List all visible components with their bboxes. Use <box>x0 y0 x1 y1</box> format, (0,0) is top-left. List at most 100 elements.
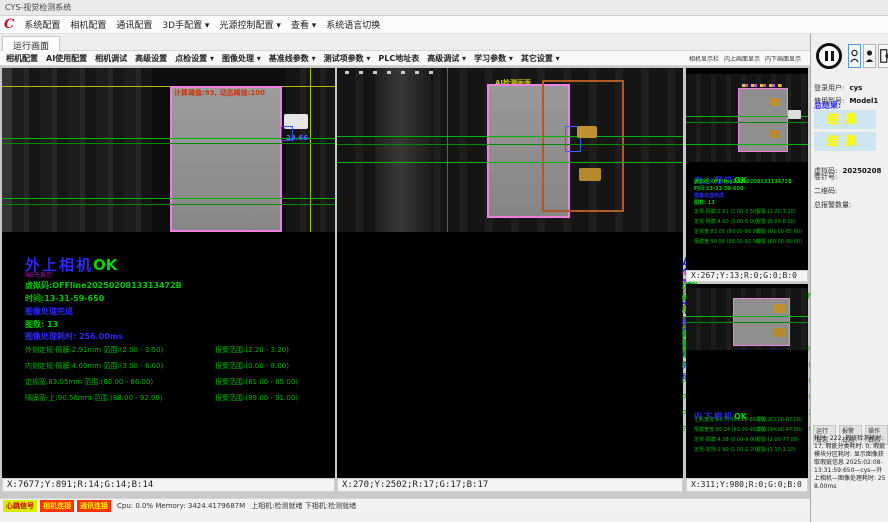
window-title: CYS-视觉检测系统 <box>5 3 71 12</box>
measurement-list: 外侧定规-隔膜:2.91mm 范围:(2.00 - 3.50)报警范围:(2.2… <box>25 345 325 409</box>
toolbar: 相机配置 AI使用配置相机调试高级设置点检设置 ▾ 图像处理 ▾ 基准线参数 ▾ 测试项… <box>0 51 686 66</box>
toolbar-item[interactable]: 其它设置 ▾ <box>521 53 560 64</box>
tab-highlight-gold <box>774 304 786 313</box>
time-text: 时间:13-31-59-650 <box>694 185 744 192</box>
tab-highlight-gold <box>579 168 601 181</box>
pause-icon <box>825 51 828 61</box>
baseline-green <box>2 204 335 205</box>
mini-view-tabbar: 相机显示栏内上画面显示内下画面显示 <box>686 51 810 66</box>
toolbar-item[interactable]: PLC地址表 <box>378 53 419 64</box>
status-text: 图像处理完成 <box>25 306 73 317</box>
toolbar-item[interactable]: 基准线参数 ▾ <box>269 53 316 64</box>
camera-image-inner-bottom[interactable] <box>686 288 808 350</box>
tab-highlight-gold <box>770 98 780 106</box>
measurement-row: 定规-隔膜:2.91 (2.00-3.50)报警:(2.20-3.20) <box>694 208 806 215</box>
app-window: CYS-视觉检测系统 C 系统配置相机配置通讯配置3D手配置 ▾光源控制配置 ▾… <box>0 0 888 522</box>
measurement-row: 定规宽:83.05mm 范围:(80.00 - 86.00)报警范围:(81.0… <box>25 377 325 387</box>
camera-panel-outer-top: 计算阈值:93, 动态阈值:100 23.66 外上相机OK NG先显示 虚拟码… <box>2 68 335 478</box>
threshold-overlay-text: 计算阈值:93, 动态阈值:100 <box>174 88 265 98</box>
menu-item[interactable]: 系统语言切换 <box>326 18 380 31</box>
laser-line-yellow <box>2 86 335 87</box>
exit-button[interactable] <box>878 44 888 68</box>
measurement-row: 定规-隔膜:4.38 (0.00-9.00)报警:(2.00-77.00) <box>694 436 806 443</box>
measurement-row: 上机宽度:83.77 (82.00-88.00)报警:(83.00-87.00) <box>694 416 806 423</box>
status-badge: 相机连接 <box>40 500 74 512</box>
roi-rectangle-orange <box>542 80 624 212</box>
measurement-row: 定规-隔膜:4.60 (3.00-6.00)报警:(0.00-8.00) <box>694 218 806 225</box>
toolbar-item[interactable]: 相机配置 <box>6 53 38 64</box>
measurement-row: 定规-定规:1.90 (1.00-2.20)报警:(1.10-2.10) <box>694 446 806 453</box>
log-text: 耗时: 222, 瑕疵检测耗时: 17, 瑕疵分类耗时: 0, 瑕疵模块分区耗时… <box>814 435 886 491</box>
camera-image-outer-top[interactable]: 计算阈值:93, 动态阈值:100 23.66 <box>2 68 335 232</box>
tab-highlight-gold <box>770 130 780 138</box>
toolbar-item[interactable]: AI使用配置 <box>46 53 87 64</box>
tab-highlight-gold <box>774 328 786 337</box>
mini-view-tab[interactable]: 内上画面显示 <box>724 54 760 63</box>
mini-view-tab[interactable]: 相机显示栏 <box>689 54 719 63</box>
result-box-1: 结果 <box>814 110 876 129</box>
toolbar-item[interactable]: 图像处理 ▾ <box>222 53 261 64</box>
baseline-green <box>2 198 335 199</box>
measurement-list: 上机宽度:83.77 (82.00-88.00)报警:(83.00-87.00)… <box>694 416 806 456</box>
toolbar-item[interactable]: 测试项参数 ▾ <box>324 53 371 64</box>
pixel-coords-outer-bottom: X:270;Y:2502;R:17;G:17;B:17 <box>337 478 683 492</box>
user-icon <box>850 49 859 63</box>
admin-icon <box>865 49 874 63</box>
pause-icon <box>831 51 834 61</box>
mini-view-tab[interactable]: 内下画面显示 <box>765 54 801 63</box>
marker-value-text: 23.66 <box>286 134 308 142</box>
titlebar: CYS-视觉检测系统 <box>0 0 888 16</box>
camera-panel-outer-bottom: AI检测画面 外下相机OK NG先显示 虚拟码:OFFline202502081… <box>337 68 683 478</box>
barcode-text: 虚拟码:OFFline2025020813313472B <box>25 280 182 291</box>
pixel-coords-outer-top: X:7677;Y:891;R:14;G:14;B:14 <box>2 478 335 492</box>
toolbar-item[interactable]: 高级设置 <box>135 53 167 64</box>
menu-item[interactable]: 通讯配置 <box>116 18 152 31</box>
sidebar-barcode-value: 20250208 <box>842 167 881 175</box>
proc-time-text: 图像处理耗时: 256.00ms <box>25 331 123 342</box>
baseline-green <box>447 68 448 232</box>
menu-item[interactable]: 3D手配置 ▾ <box>162 18 209 31</box>
menu-item[interactable]: 光源控制配置 ▾ <box>219 18 280 31</box>
menu-item[interactable]: 系统配置 <box>24 18 60 31</box>
qr-code-label: 二维码: <box>814 186 837 196</box>
baseline-green <box>2 143 335 144</box>
camera-panel-inner-top: 内上相机OK 虚拟码:OFFline2025020813313472B 时间:1… <box>686 68 808 270</box>
status-badge: 心跳信号 <box>3 500 37 512</box>
toolbar-item[interactable]: 学习参数 ▾ <box>474 53 513 64</box>
machine-pillar <box>375 68 431 232</box>
pin-number-label: 卷针号: <box>814 172 837 182</box>
alarm-count-label: 总报警数量: <box>814 200 851 210</box>
machine-background <box>12 68 152 232</box>
tab-highlight-gold <box>577 126 597 138</box>
baseline-green <box>686 122 808 123</box>
baseline-green <box>337 136 683 137</box>
menu-item[interactable]: 查看 ▾ <box>291 18 316 31</box>
camera-image-inner-top[interactable] <box>686 74 808 162</box>
led-dots <box>345 71 435 74</box>
pause-button[interactable] <box>816 43 842 69</box>
user-mode-button[interactable] <box>848 44 861 68</box>
toolbar-item[interactable]: 高级调试 ▾ <box>427 53 466 64</box>
exit-door-icon <box>880 49 888 63</box>
baseline-green <box>337 144 683 145</box>
barcode-text: 虚拟码:OFFline2025020813313472B <box>694 178 792 185</box>
roi-rectangle-pink <box>170 86 282 232</box>
baseline-green <box>686 322 808 323</box>
measurement-list: 定规-隔膜:2.91 (2.00-3.50)报警:(2.20-3.20) 定规-隔… <box>694 208 806 248</box>
admin-mode-button[interactable] <box>863 44 876 68</box>
ng-hint-text: NG先显示 <box>25 270 52 279</box>
laser-line-yellow <box>310 68 311 232</box>
baseline-green <box>686 144 808 145</box>
measurement-row: 隔膜宽-上:90.56mm 范围:(88.00 - 92.00)报警范围:(89… <box>25 393 325 403</box>
frame-count-text: 图数: 13 <box>694 199 715 206</box>
measurement-row: 隔膜宽:90.56 (88.00-92.00)报警:(89.00-91.00) <box>694 238 806 245</box>
time-text: 时间:13-31-59-650 <box>25 293 104 304</box>
camera-image-outer-bottom[interactable]: AI检测画面 <box>337 68 683 232</box>
menubar: C 系统配置相机配置通讯配置3D手配置 ▾光源控制配置 ▾查看 ▾系统语言切换 <box>0 16 888 34</box>
toolbar-item[interactable]: 点检设置 ▾ <box>175 53 214 64</box>
menu-item[interactable]: 相机配置 <box>70 18 106 31</box>
status-badge: 通讯连接 <box>77 500 111 512</box>
model-select[interactable]: Model1 <box>849 97 878 105</box>
toolbar-item[interactable]: 相机调试 <box>95 53 127 64</box>
machine-shadow <box>152 68 172 232</box>
